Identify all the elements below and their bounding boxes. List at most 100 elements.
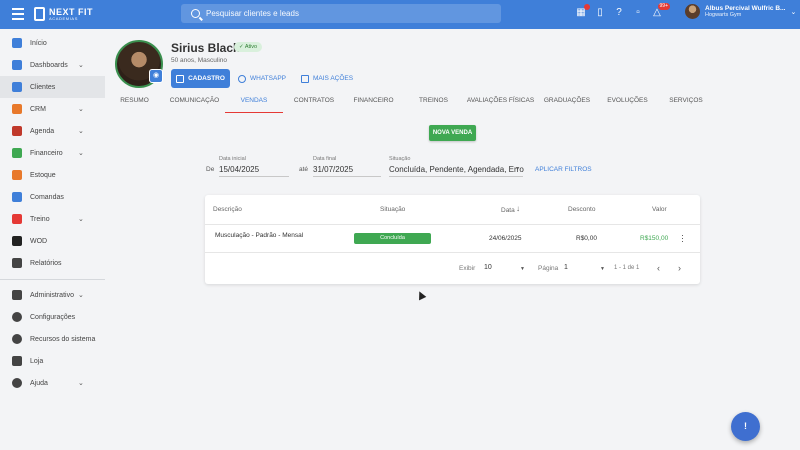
- chat-icon[interactable]: ▫: [632, 7, 644, 19]
- user-gym: Hogwarts Gym: [705, 12, 742, 19]
- global-search: [181, 4, 501, 23]
- situacao-select[interactable]: Concluída, Pendente, Agendada, Erro: [389, 165, 524, 174]
- sidebar-item-crm[interactable]: CRM ⌄: [0, 98, 105, 120]
- edit-icon: [176, 74, 185, 83]
- aplicar-filtros-button[interactable]: APLICAR FILTROS: [535, 166, 592, 173]
- mouse-cursor: [415, 289, 427, 301]
- whatsapp-button[interactable]: WHATSAPP: [238, 69, 286, 88]
- tab-vendas[interactable]: VENDAS: [225, 95, 283, 113]
- logo-subtitle: ACADEMIAS: [49, 15, 78, 21]
- sidebar-item-comandas[interactable]: Comandas: [0, 186, 105, 208]
- sidebar-item-estoque[interactable]: Estoque: [0, 164, 105, 186]
- tab-financeiro[interactable]: FINANCEIRO: [351, 95, 396, 113]
- exibir-label: Exibir: [459, 265, 476, 272]
- chart-icon: [12, 60, 22, 70]
- sidebar-item-agenda[interactable]: Agenda ⌄: [0, 120, 105, 142]
- tab-comunicacao[interactable]: COMUNICAÇÃO: [168, 95, 221, 113]
- sidebar-item-configuracoes[interactable]: Configurações: [0, 306, 105, 328]
- cell-data: 24/06/2025: [489, 235, 522, 242]
- header-data[interactable]: Data: [501, 207, 515, 214]
- camera-icon[interactable]: ◉: [149, 69, 163, 83]
- situacao-underline: [389, 176, 523, 177]
- chevron-down-icon: ⌄: [78, 128, 84, 135]
- client-tabs: RESUMO COMUNICAÇÃO VENDAS CONTRATOS FINA…: [105, 95, 800, 113]
- page-range: 1 - 1 de 1: [614, 265, 640, 271]
- nova-venda-button[interactable]: NOVA VENDA: [429, 125, 476, 141]
- tab-evolucoes[interactable]: EVOLUÇÕES: [605, 95, 650, 113]
- chevron-down-icon: ▼: [515, 166, 520, 172]
- menu-icon[interactable]: [12, 8, 24, 20]
- sidebar-item-financeiro[interactable]: Financeiro ⌄: [0, 142, 105, 164]
- next-page-icon[interactable]: ›: [678, 263, 681, 273]
- sales-table: Descrição Situação Data ↓ Desconto Valor…: [205, 195, 700, 284]
- bell-icon[interactable]: △ 99+: [651, 3, 670, 19]
- top-bar: NEXT FIT ACADEMIAS ▦ ▯ ? ▫ △99+ Albus Pe…: [0, 0, 800, 29]
- data-inicial-label: Data inicial: [219, 156, 246, 162]
- sidebar-item-inicio[interactable]: Início: [0, 32, 105, 54]
- data-inicial-field[interactable]: 15/04/2025: [219, 165, 259, 174]
- client-subtitle: 50 anos, Masculino: [171, 57, 228, 64]
- calendar-icon: [12, 126, 22, 136]
- chevron-down-icon: ⌄: [78, 106, 84, 113]
- gift-icon[interactable]: ▦: [575, 4, 590, 19]
- page-select[interactable]: 1: [564, 264, 568, 271]
- cell-desconto: R$0,00: [576, 235, 597, 242]
- prev-page-icon[interactable]: ‹: [657, 263, 660, 273]
- data-final-label: Data final: [313, 156, 337, 162]
- tab-resumo[interactable]: RESUMO: [117, 95, 152, 113]
- cell-situacao-badge: Concluída: [354, 233, 431, 244]
- dumbbell-icon: [12, 214, 22, 224]
- main-content: ◉ Sirius Black ✓ Ativo 50 anos, Masculin…: [105, 29, 800, 450]
- chevron-down-icon: ⌄: [78, 150, 84, 157]
- id-card-icon: [12, 290, 22, 300]
- cadastro-button[interactable]: CADASTRO: [171, 69, 230, 88]
- sort-arrow-icon[interactable]: ↓: [516, 204, 520, 213]
- sidebar-item-dashboards[interactable]: Dashboards ⌄: [0, 54, 105, 76]
- top-icons: ▦ ▯ ? ▫ △ 99+: [575, 3, 670, 19]
- header-desconto: Desconto: [568, 206, 596, 213]
- report-icon: [12, 258, 22, 268]
- data-final-field[interactable]: 31/07/2025: [313, 165, 353, 174]
- chevron-down-icon: ⌄: [78, 292, 84, 299]
- row-divider: [205, 252, 700, 253]
- sidebar-item-wod[interactable]: WOD: [0, 230, 105, 252]
- sidebar: Início Dashboards ⌄ Clientes CRM ⌄ Agenda ⌄…: [0, 29, 105, 450]
- sidebar-item-administrativo[interactable]: Administrativo ⌄: [0, 284, 105, 306]
- more-vert-icon[interactable]: · · ·: [681, 231, 685, 246]
- crm-icon: [12, 104, 22, 114]
- data-inicial-underline: [219, 176, 289, 177]
- tab-contratos[interactable]: CONTRATOS: [291, 95, 337, 113]
- mais-acoes-button[interactable]: MAIS AÇÕES: [301, 69, 353, 88]
- tab-avaliacoes[interactable]: AVALIAÇÕES FÍSICAS: [463, 95, 538, 113]
- help-icon[interactable]: ?: [613, 7, 625, 19]
- phone-icon[interactable]: ▯: [594, 7, 606, 19]
- sidebar-item-clientes[interactable]: Clientes: [0, 76, 105, 98]
- sidebar-item-recursos[interactable]: Recursos do sistema: [0, 328, 105, 350]
- chevron-down-icon: ⌄: [790, 8, 797, 16]
- chevron-down-icon: ⌄: [78, 380, 84, 387]
- data-final-underline: [313, 176, 381, 177]
- filter-ate-label: até: [299, 166, 309, 173]
- chevron-down-icon: ⌄: [78, 62, 84, 69]
- sidebar-item-ajuda[interactable]: Ajuda ⌄: [0, 372, 105, 394]
- sidebar-item-treino[interactable]: Treino ⌄: [0, 208, 105, 230]
- sidebar-item-loja[interactable]: Loja: [0, 350, 105, 372]
- gift-badge: [584, 4, 590, 10]
- user-menu[interactable]: Albus Percival Wulfric B... Hogwarts Gym…: [685, 4, 796, 19]
- cell-valor: R$150,00: [640, 235, 669, 242]
- tab-treinos[interactable]: TREINOS: [416, 95, 451, 113]
- tab-graduacoes[interactable]: GRADUAÇÕES: [542, 95, 592, 113]
- status-text: Ativo: [244, 44, 258, 50]
- tab-servicos[interactable]: SERVIÇOS: [665, 95, 707, 113]
- header-valor: Valor: [652, 206, 667, 213]
- logo: NEXT FIT ACADEMIAS: [34, 7, 93, 21]
- logo-mark-icon: [34, 7, 45, 21]
- sidebar-item-relatorios[interactable]: Relatórios: [0, 252, 105, 274]
- header-divider: [205, 224, 700, 225]
- page-size-select[interactable]: 10: [484, 264, 492, 271]
- status-badge: ✓ Ativo: [234, 42, 263, 52]
- search-input[interactable]: [206, 9, 486, 18]
- situacao-label: Situação: [389, 156, 411, 162]
- search-icon: [191, 9, 200, 18]
- help-fab-button[interactable]: !: [731, 412, 760, 441]
